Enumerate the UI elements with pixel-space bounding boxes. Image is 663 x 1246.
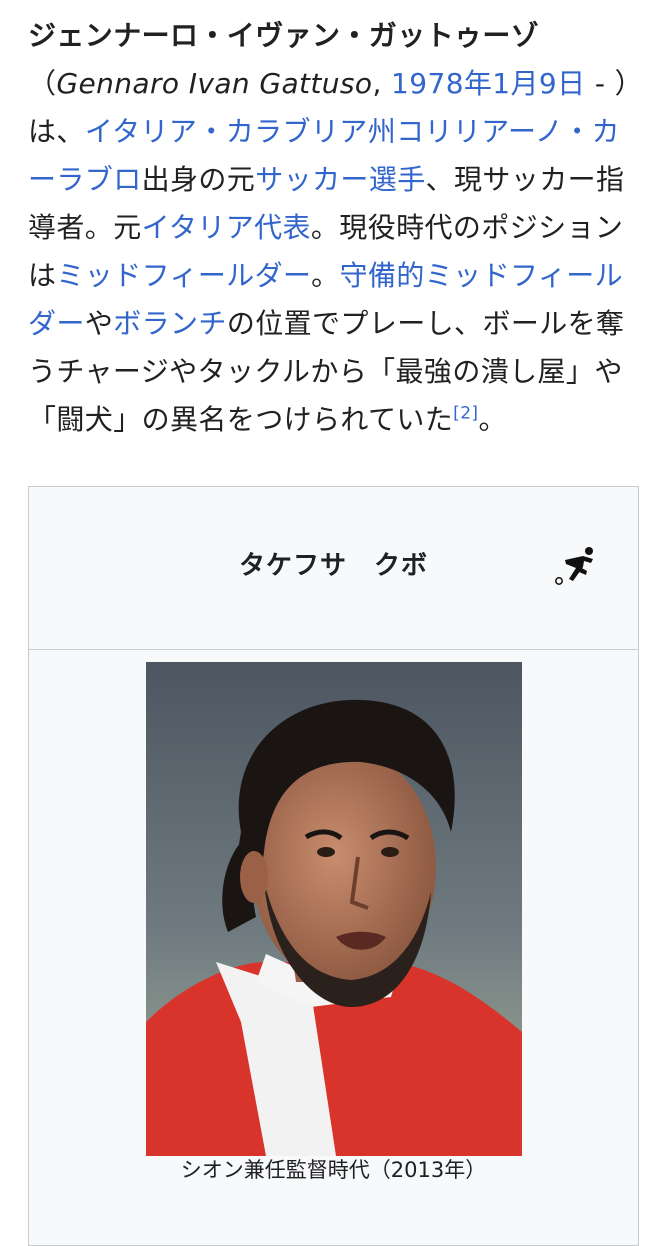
paren-open: （	[28, 67, 57, 100]
text-segment: 。	[478, 403, 507, 436]
volante-link[interactable]: ボランチ	[113, 307, 227, 340]
latin-name: Gennaro Ivan Gattuso	[56, 67, 373, 100]
text-segment: 出身の元	[141, 163, 256, 196]
comma: ,	[372, 67, 392, 100]
infobox-title: タケフサ クボ	[238, 551, 428, 581]
footballer-link[interactable]: サッカー選手	[255, 163, 425, 196]
photo-caption: シオン兼任監督時代（2013年）	[180, 1158, 487, 1182]
portrait-illustration	[146, 662, 522, 1156]
article-lead: ジェンナーロ・イヴァン・ガットゥーゾ （Gennaro Ivan Gattuso,…	[28, 12, 638, 444]
soccer-player-icon	[555, 547, 593, 585]
infobox-header: タケフサ クボ	[29, 487, 638, 650]
reference-link[interactable]: [2]	[453, 404, 478, 424]
midfielder-link[interactable]: ミッドフィールダー	[56, 259, 311, 292]
article-subject-name: ジェンナーロ・イヴァン・ガットゥーゾ	[28, 19, 540, 52]
text-segment: や	[84, 307, 114, 340]
text-segment: 。	[311, 259, 340, 292]
portrait-photo[interactable]	[146, 662, 522, 1156]
national-team-link[interactable]: イタリア代表	[142, 211, 311, 244]
birth-date-link[interactable]: 1978年1月9日	[391, 67, 586, 100]
infobox: タケフサ クボ シオン兼任監督時代（2013年）	[28, 486, 639, 1246]
lead-paragraph: ジェンナーロ・イヴァン・ガットゥーゾ （Gennaro Ivan Gattuso,…	[28, 12, 638, 444]
